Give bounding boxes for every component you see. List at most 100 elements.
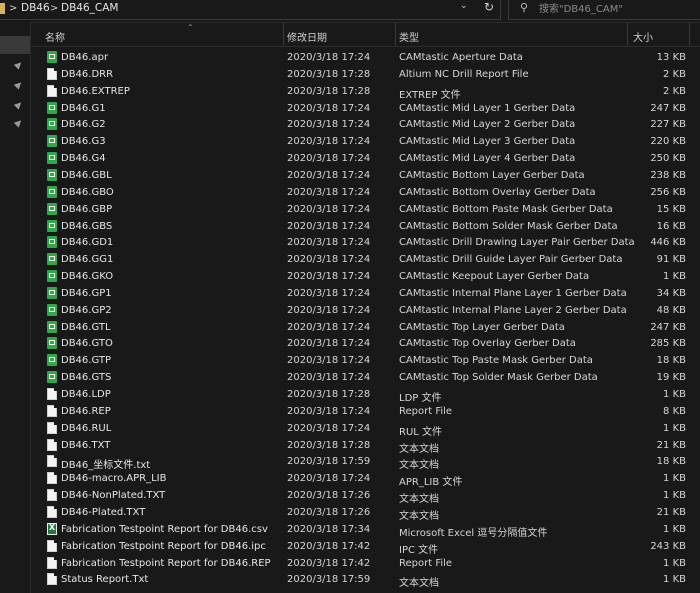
file-row[interactable]: DB46.G2 2020/3/18 17:24 CAMtastic Mid Laye… (30, 117, 700, 134)
file-date: 2020/3/18 17:24 (287, 169, 371, 181)
search-box[interactable]: ⚲ (508, 0, 700, 20)
file-row[interactable]: DB46.GG1 2020/3/18 17:24 CAMtastic Drill G… (30, 252, 700, 269)
file-date: 2020/3/18 17:26 (287, 490, 371, 502)
file-type: Altium NC Drill Report File (399, 68, 529, 80)
file-date: 2020/3/18 17:24 (287, 321, 371, 333)
pin-icon[interactable]: ▲ (12, 117, 24, 129)
document-icon (47, 404, 57, 417)
column-header-size[interactable]: 大小 (633, 29, 653, 44)
file-type: CAMtastic Internal Plane Layer 2 Gerber … (399, 304, 627, 316)
sort-caret-icon: ⌃ (187, 23, 194, 32)
column-divider[interactable] (283, 22, 284, 46)
address-bar[interactable]: > DB46 > DB46_CAM ⌄ ↻ (0, 0, 501, 20)
file-row[interactable]: DB46.GTS 2020/3/18 17:24 CAMtastic Top Sol… (30, 370, 700, 387)
file-row[interactable]: DB46-macro.APR_LIB 2020/3/18 17:24 APR_LIB… (30, 471, 700, 488)
file-type: CAMtastic Mid Layer 2 Gerber Data (399, 119, 576, 131)
file-row[interactable]: DB46-NonPlated.TXT 2020/3/18 17:26 文本文档 1 K… (30, 488, 700, 505)
file-row[interactable]: DB46.GTO 2020/3/18 17:24 CAMtastic Top Ove… (30, 336, 700, 353)
file-row[interactable]: Fabrication Testpoint Report for DB46.RE… (30, 556, 700, 573)
file-row[interactable]: DB46.GBL 2020/3/18 17:24 CAMtastic Bottom … (30, 168, 700, 185)
pin-icon[interactable]: ▲ (12, 99, 24, 111)
gerber-file-icon (47, 303, 57, 316)
gerber-file-icon (47, 354, 57, 367)
file-size: 2 KB (663, 85, 686, 97)
column-header-type[interactable]: 类型 (399, 29, 419, 44)
file-size: 18 KB (656, 355, 686, 367)
nav-selected-item[interactable] (0, 36, 30, 54)
file-row[interactable]: DB46.G3 2020/3/18 17:24 CAMtastic Mid Laye… (30, 134, 700, 151)
document-icon (47, 388, 57, 400)
file-row[interactable]: DB46.G1 2020/3/18 17:24 CAMtastic Mid Laye… (30, 101, 700, 118)
file-row[interactable]: DB46.RUL 2020/3/18 17:24 RUL 文件 1 KB (30, 421, 700, 438)
gerber-file-icon (47, 320, 57, 333)
file-row[interactable]: DB46.REP 2020/3/18 17:24 Report File 8 KB (30, 404, 700, 421)
column-divider[interactable] (395, 22, 396, 46)
file-type: CAMtastic Top Overlay Gerber Data (399, 338, 576, 350)
breadcrumb-db46-cam[interactable]: DB46_CAM (61, 2, 118, 14)
file-row[interactable]: DB46-Plated.TXT 2020/3/18 17:26 文本文档 21 KB (30, 505, 700, 522)
file-row[interactable]: DB46.GBS 2020/3/18 17:24 CAMtastic Bottom … (30, 219, 700, 236)
file-type: CAMtastic Top Paste Mask Gerber Data (399, 355, 593, 367)
gerber-file-icon (47, 253, 57, 266)
file-row[interactable]: DB46.apr 2020/3/18 17:24 CAMtastic Apertur… (30, 50, 700, 67)
file-name: Fabrication Testpoint Report for DB46.cs… (61, 523, 268, 535)
file-size: 18 KB (656, 456, 686, 468)
document-icon (47, 455, 57, 468)
refresh-icon[interactable]: ↻ (484, 0, 494, 14)
column-header-date[interactable]: 修改日期 (287, 29, 327, 44)
file-size: 1 KB (663, 574, 686, 586)
file-date: 2020/3/18 17:34 (287, 523, 371, 535)
file-date: 2020/3/18 17:24 (287, 119, 371, 131)
gerber-file-icon (47, 202, 57, 215)
file-row[interactable]: DB46.GBP 2020/3/18 17:24 CAMtastic Bottom … (30, 202, 700, 219)
file-row[interactable]: DB46.GD1 2020/3/18 17:24 CAMtastic Drill D… (30, 235, 700, 252)
file-row[interactable]: DB46.GTL 2020/3/18 17:24 CAMtastic Top Lay… (30, 320, 700, 337)
file-row[interactable]: DB46.GBO 2020/3/18 17:24 CAMtastic Bottom … (30, 185, 700, 202)
file-type: RUL 文件 (399, 426, 443, 438)
file-size: 1 KB (663, 389, 686, 400)
file-row[interactable]: DB46.GP2 2020/3/18 17:24 CAMtastic Interna… (30, 303, 700, 320)
file-row[interactable]: DB46.TXT 2020/3/18 17:28 文本文档 21 KB (30, 438, 700, 455)
file-date: 2020/3/18 17:24 (287, 203, 371, 215)
file-row[interactable]: DB46.LDP 2020/3/18 17:28 LDP 文件 1 KB (30, 387, 700, 404)
file-row[interactable]: Status Report.Txt 2020/3/18 17:59 文本文档 1 KB (30, 572, 700, 589)
file-row[interactable]: DB46.G4 2020/3/18 17:24 CAMtastic Mid Laye… (30, 151, 700, 168)
file-size: 220 KB (650, 136, 686, 148)
excel-file-icon (47, 522, 57, 535)
chevron-down-icon[interactable]: ⌄ (460, 1, 468, 11)
file-date: 2020/3/18 17:28 (287, 439, 371, 451)
file-size: 285 KB (650, 338, 686, 350)
file-type: 文本文档 (399, 510, 439, 522)
file-row[interactable]: DB46.GKO 2020/3/18 17:24 CAMtastic Keepout… (30, 269, 700, 286)
file-size: 446 KB (650, 237, 686, 249)
file-row[interactable]: DB46.GP1 2020/3/18 17:24 CAMtastic Interna… (30, 286, 700, 303)
search-input[interactable] (539, 1, 689, 17)
file-row[interactable]: DB46.EXTREP 2020/3/18 17:28 EXTREP 文件 2 KB (30, 84, 700, 101)
file-row[interactable]: DB46_坐标文件.txt 2020/3/18 17:59 文本文档 18 KB (30, 454, 700, 471)
file-name: DB46.GBS (61, 220, 113, 232)
file-type: 文本文档 (399, 578, 439, 590)
file-row[interactable]: Fabrication Testpoint Report for DB46.ip… (30, 539, 700, 556)
pin-icon[interactable]: ▲ (12, 79, 24, 91)
file-type: Report File (399, 405, 453, 417)
breadcrumb-db46[interactable]: DB46 (21, 2, 50, 14)
file-size: 15 KB (656, 203, 686, 215)
file-name: DB46.GBL (61, 169, 112, 181)
file-type: EXTREP 文件 (399, 89, 461, 101)
file-row[interactable]: Fabrication Testpoint Report for DB46.cs… (30, 522, 700, 539)
file-row[interactable]: DB46.DRR 2020/3/18 17:28 Altium NC Drill R… (30, 67, 700, 84)
file-type: CAMtastic Mid Layer 1 Gerber Data (399, 102, 576, 114)
file-type: CAMtastic Mid Layer 4 Gerber Data (399, 153, 576, 165)
gerber-file-icon (47, 185, 57, 198)
file-date: 2020/3/18 17:24 (287, 237, 371, 249)
file-type: CAMtastic Bottom Overlay Gerber Data (399, 186, 596, 198)
column-divider[interactable] (689, 22, 690, 46)
column-divider[interactable] (627, 22, 628, 46)
gerber-file-icon (47, 135, 57, 148)
file-name: DB46.RUL (61, 422, 112, 434)
column-header-name[interactable]: 名称 (45, 29, 65, 44)
file-date: 2020/3/18 17:42 (287, 540, 371, 552)
file-row[interactable]: DB46.GTP 2020/3/18 17:24 CAMtastic Top Pas… (30, 353, 700, 370)
file-size: 13 KB (656, 52, 686, 63)
pin-icon[interactable]: ▲ (12, 59, 24, 71)
